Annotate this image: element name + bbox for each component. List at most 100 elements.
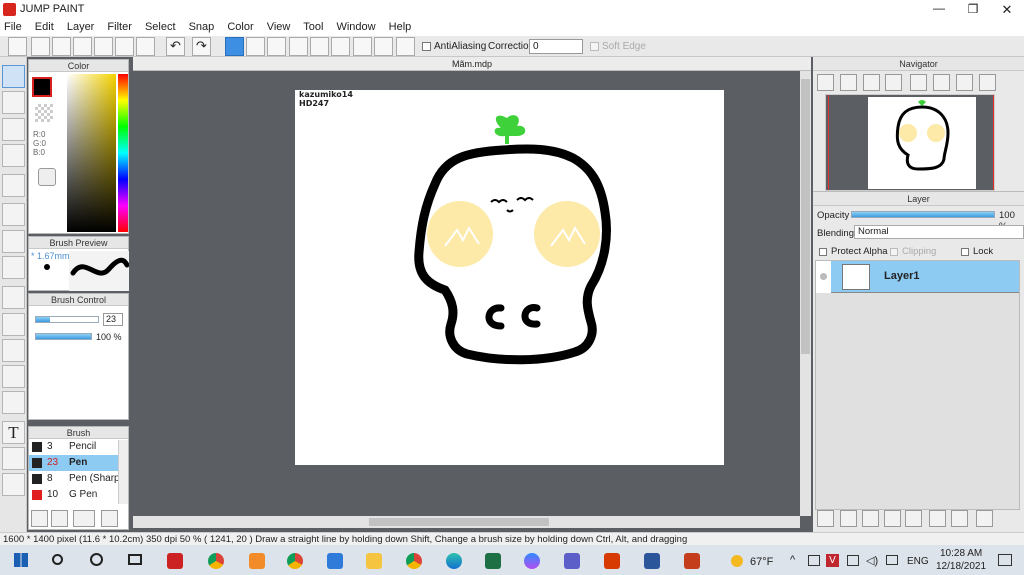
minimize-button[interactable]: — bbox=[922, 0, 956, 19]
chat-icon[interactable] bbox=[52, 37, 71, 56]
tray-pen-icon[interactable] bbox=[847, 555, 859, 566]
brush-new-icon[interactable] bbox=[51, 510, 68, 527]
clock-time[interactable]: 10:28 AM bbox=[940, 548, 982, 559]
pen-tool-icon[interactable] bbox=[2, 65, 25, 88]
brush-opacity-slider[interactable] bbox=[35, 333, 92, 340]
jump-paint-taskbar-icon[interactable] bbox=[167, 553, 183, 569]
lock-checkbox[interactable] bbox=[961, 248, 969, 256]
new-layer-1bit-icon[interactable] bbox=[862, 510, 879, 527]
brush-delete-icon[interactable] bbox=[101, 510, 118, 527]
snap-settings-icon[interactable] bbox=[374, 37, 393, 56]
zoom-in-icon[interactable] bbox=[840, 74, 857, 91]
share-icon[interactable] bbox=[31, 37, 50, 56]
messenger-icon[interactable] bbox=[524, 553, 540, 569]
select-operation-icon[interactable] bbox=[2, 447, 25, 470]
cortana-icon[interactable] bbox=[90, 553, 103, 566]
flip-icon[interactable] bbox=[979, 74, 996, 91]
comment-icon[interactable] bbox=[73, 37, 92, 56]
navigator-view[interactable] bbox=[825, 94, 995, 191]
menu-color[interactable]: Color bbox=[227, 21, 253, 33]
word-icon[interactable] bbox=[644, 553, 660, 569]
protect-alpha-checkbox[interactable] bbox=[819, 248, 827, 256]
office-icon[interactable] bbox=[604, 553, 620, 569]
undo-icon[interactable]: ↶ bbox=[166, 37, 185, 56]
brush-item-pencil[interactable]: 3 Pencil bbox=[29, 439, 118, 455]
menu-window[interactable]: Window bbox=[336, 21, 375, 33]
palette-icon[interactable] bbox=[38, 168, 56, 186]
brush-size-field[interactable]: 23 bbox=[103, 313, 123, 326]
correction-select[interactable]: 0 bbox=[529, 39, 583, 54]
snap-grid-icon[interactable] bbox=[267, 37, 286, 56]
maximize-button[interactable]: ❐ bbox=[956, 0, 990, 19]
page-icon[interactable] bbox=[94, 37, 113, 56]
bucket-tool-icon[interactable] bbox=[2, 230, 25, 253]
orange-app-icon[interactable] bbox=[249, 553, 265, 569]
snap-off-icon[interactable] bbox=[225, 37, 244, 56]
brush-item-g-pen[interactable]: 10 G Pen bbox=[29, 487, 118, 503]
weather-icon[interactable] bbox=[731, 555, 743, 567]
select-rect-tool-icon[interactable] bbox=[2, 286, 25, 309]
snap-fan-icon[interactable] bbox=[289, 37, 308, 56]
eraser-tool-icon[interactable] bbox=[2, 91, 25, 114]
line-tool-icon[interactable] bbox=[2, 144, 25, 167]
tray-v-icon[interactable]: V bbox=[826, 554, 839, 567]
notification-icon[interactable] bbox=[998, 554, 1012, 566]
close-button[interactable]: ✕ bbox=[990, 0, 1024, 19]
edge-icon[interactable] bbox=[446, 553, 462, 569]
menu-edit[interactable]: Edit bbox=[35, 21, 54, 33]
new-halftone-layer-icon[interactable] bbox=[884, 510, 901, 527]
menu-snap[interactable]: Snap bbox=[189, 21, 215, 33]
brush-list-scrollbar[interactable] bbox=[118, 440, 128, 504]
hue-slider[interactable] bbox=[118, 74, 128, 232]
menu-select[interactable]: Select bbox=[145, 21, 176, 33]
brush-item-pen-sharp[interactable]: 8 Pen (Sharp bbox=[29, 471, 120, 487]
brush-settings-icon[interactable] bbox=[73, 510, 95, 527]
rectangle-tool-icon[interactable] bbox=[2, 118, 25, 141]
select-eraser-icon[interactable] bbox=[2, 391, 25, 414]
new-layer-icon[interactable] bbox=[817, 510, 834, 527]
actual-size-icon[interactable] bbox=[885, 74, 902, 91]
search-icon[interactable] bbox=[52, 554, 63, 565]
cloud-icon[interactable] bbox=[8, 37, 27, 56]
duplicate-layer-icon[interactable] bbox=[929, 510, 946, 527]
blending-select[interactable]: Normal bbox=[854, 225, 1024, 239]
gradient-tool-icon[interactable] bbox=[2, 256, 25, 279]
fit-icon[interactable] bbox=[863, 74, 880, 91]
menu-file[interactable]: File bbox=[4, 21, 22, 33]
saturation-value-picker[interactable] bbox=[67, 74, 116, 232]
language-indicator[interactable]: ENG bbox=[907, 556, 929, 567]
rotate-left-icon[interactable] bbox=[910, 74, 927, 91]
menu-help[interactable]: Help bbox=[389, 21, 412, 33]
redo-icon[interactable]: ↷ bbox=[192, 37, 211, 56]
excel-icon[interactable] bbox=[485, 553, 501, 569]
snap-circle-icon[interactable] bbox=[331, 37, 350, 56]
menu-view[interactable]: View bbox=[267, 21, 291, 33]
move-tool-icon[interactable] bbox=[2, 174, 25, 197]
gear-icon[interactable] bbox=[396, 37, 415, 56]
text-tool-icon[interactable]: T bbox=[2, 421, 25, 444]
layer-row[interactable]: Layer1 bbox=[816, 261, 1019, 293]
file-explorer-icon[interactable] bbox=[366, 553, 382, 569]
snap-curve-icon[interactable] bbox=[353, 37, 372, 56]
network-icon[interactable] bbox=[886, 555, 898, 565]
brush-size-slider[interactable] bbox=[35, 316, 99, 323]
brush-add-icon[interactable] bbox=[31, 510, 48, 527]
task-view-icon[interactable] bbox=[128, 554, 142, 565]
clipping-checkbox[interactable] bbox=[890, 248, 898, 256]
grid-icon[interactable] bbox=[136, 37, 155, 56]
powerpoint-icon[interactable] bbox=[684, 553, 700, 569]
layer-visibility-icon[interactable] bbox=[816, 261, 831, 293]
rotate-reset-icon[interactable] bbox=[933, 74, 950, 91]
weather-temp[interactable]: 67°F bbox=[750, 556, 773, 568]
layer-opacity-slider[interactable] bbox=[851, 211, 995, 218]
magic-wand-icon[interactable] bbox=[2, 339, 25, 362]
tray-up-icon[interactable]: ^ bbox=[790, 554, 795, 566]
windows-start-icon[interactable] bbox=[14, 553, 28, 567]
foreground-color-swatch[interactable] bbox=[32, 77, 52, 97]
select-pen-icon[interactable] bbox=[2, 365, 25, 388]
brush-item-pen[interactable]: 23 Pen bbox=[29, 455, 118, 471]
menu-tool[interactable]: Tool bbox=[303, 21, 323, 33]
transparent-color-swatch[interactable] bbox=[35, 104, 53, 122]
fill-rect-tool-icon[interactable] bbox=[2, 203, 25, 226]
zoom-out-icon[interactable] bbox=[817, 74, 834, 91]
